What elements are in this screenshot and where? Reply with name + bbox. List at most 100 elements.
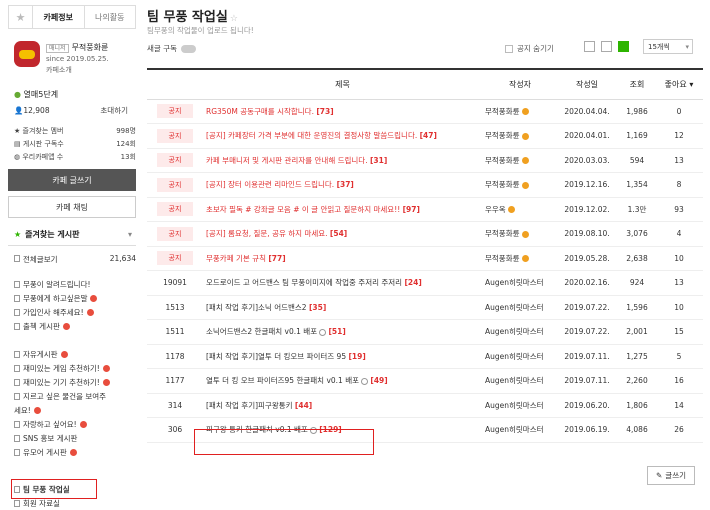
post-title-link[interactable]: [패치 작업 후기]열투 더 킹오브 파이터즈 95 [19] [206, 350, 366, 363]
table-row[interactable]: 공지 RG350M 공동구매를 시작합니다. [73] 무적풍화륜 2020.04.0… [147, 99, 703, 124]
board-icon [14, 308, 20, 316]
comment-count[interactable]: [19] [349, 352, 366, 361]
post-author[interactable]: Augen히릿마스터 [485, 270, 555, 296]
sidebar-board-item[interactable]: 세요! [14, 403, 136, 417]
post-author[interactable]: Augen히릿마스터 [485, 417, 555, 443]
sidebar-board-item[interactable]: 자유게시판 [14, 347, 136, 361]
post-likes: 26 [655, 417, 703, 443]
post-author[interactable]: 무적풍화륜 [485, 99, 555, 124]
text-view-icon[interactable] [618, 41, 629, 52]
table-row[interactable]: 1177 열투 더 킹 오브 파이터즈95 한글패치 v0.1 배포 [49] Au… [147, 368, 703, 394]
write-button[interactable]: ✎ 글쓰기 [647, 466, 695, 485]
post-author[interactable]: Augen히릿마스터 [485, 393, 555, 418]
post-title-link[interactable]: 무풍카페 기본 규칙 [77] [206, 252, 286, 265]
table-row[interactable]: 1178 [패치 작업 후기]열투 더 킹오브 파이터즈 95 [19] Augen… [147, 344, 703, 369]
table-row[interactable]: 공지 [공지] 장터 이용관련 리마인드 드립니다. [37] 무적풍화륜 2019.… [147, 172, 703, 198]
sidebar-board-item[interactable]: 출첵 게시판 [14, 319, 136, 333]
post-title-link[interactable]: 초보자 필독 # 강좌글 모음 # 이 글 안읽고 질문하지 마세요!! [97… [206, 203, 420, 216]
table-row[interactable]: 공지 [공지] 카페장터 가격 부분에 대한 운영진의 결정사항 말씀드립니다. … [147, 123, 703, 149]
post-author[interactable]: Augen히릿마스터 [485, 319, 555, 345]
sidebar-board-item[interactable]: 무풍에게 하고싶은말 [14, 291, 136, 305]
main-content: 팀 무풍 작업실 ☆ 팀무풍의 작업물이 업로드 됩니다! 새글 구독 공지 숨기… [147, 0, 703, 505]
board-icon [14, 294, 20, 302]
post-author[interactable]: 무적풍화륜 [485, 172, 555, 198]
tab-cafe-info[interactable]: 카페정보 [33, 6, 85, 28]
table-row[interactable]: 공지 무풍카페 기본 규칙 [77] 무적풍화륜 2019.05.28. 2,638 10 [147, 246, 703, 271]
post-author[interactable]: Augen히릿마스터 [485, 295, 555, 320]
board-icon [14, 392, 20, 400]
post-author[interactable]: 무적풍화륜 [485, 246, 555, 271]
favorite-boards-header[interactable]: ★ 즐겨찾는 게시판 ▾ [8, 224, 136, 246]
star-outline-icon[interactable]: ☆ [230, 14, 238, 24]
comment-count[interactable]: [73] [316, 107, 333, 116]
cafe-level[interactable]: ● 열매5단계 [14, 89, 58, 100]
post-title-link[interactable]: [공지] 카페장터 가격 부분에 대한 운영진의 결정사항 말씀드립니다. [4… [206, 129, 437, 142]
post-author[interactable]: Augen히릿마스터 [485, 368, 555, 394]
grid-view-icon[interactable] [601, 41, 612, 52]
sidebar-board-item[interactable]: SNS 홍보 게시판 [14, 431, 136, 445]
hide-notice-checkbox[interactable]: 공지 숨기기 [505, 43, 554, 54]
post-title-link[interactable]: [패치 작업 후기]소닉 어드밴스2 [35] [206, 301, 326, 314]
sidebar-board-item[interactable]: 자랑하고 싶어요! [14, 417, 136, 431]
list-view-icon[interactable] [584, 41, 595, 52]
sidebar-board-item[interactable]: 가입인사 해주세요! [14, 305, 136, 319]
post-title-link[interactable]: [공지] 장터 이용관련 리마인드 드립니다. [37] [206, 178, 354, 191]
table-row[interactable]: 19091 오드로이드 고 어드밴스 팀 무풍이미지에 작업중 주저리 주저리 [… [147, 270, 703, 296]
table-row[interactable]: 공지 카페 부매니저 및 게시판 관리자를 안내해 드립니다. [31] 무적풍화륜… [147, 148, 703, 173]
table-header: 제목 작성자 작성일 조회 좋아요 ▾ [147, 69, 703, 100]
chevron-down-icon: ▾ [127, 230, 132, 239]
table-row[interactable]: 314 [패치 작업 후기]피구왕통키 [44] Augen히릿마스터 2019.06… [147, 393, 703, 418]
table-row[interactable]: 1511 소닉어드밴스2 한글패치 v0.1 배포 [51] Augen히릿마스터 2… [147, 319, 703, 345]
sidebar-board-item[interactable]: 유모어 게시판 [14, 445, 136, 459]
post-title-link[interactable]: RG350M 공동구매를 시작합니다. [73] [206, 105, 334, 118]
post-title-link[interactable]: 오드로이드 고 어드밴스 팀 무풍이미지에 작업중 주저리 주저리 [24] [206, 276, 422, 289]
star-icon[interactable]: ★ [9, 6, 33, 28]
new-badge-icon [102, 378, 110, 386]
per-page-select[interactable]: 15개씩 ▾ [643, 39, 693, 54]
table-row[interactable]: 공지 초보자 필독 # 강좌글 모음 # 이 글 안읽고 질문하지 마세요!! [… [147, 197, 703, 222]
post-table: 제목 작성자 작성일 조회 좋아요 ▾ 공지 RG350M 공동구매를 시작합니다… [147, 68, 703, 443]
sidebar-board-item[interactable]: 무풍이 알려드립니다! [14, 277, 136, 291]
post-number: 1177 [147, 368, 203, 394]
post-date: 2019.07.11. [555, 344, 619, 369]
sidebar-board-item[interactable]: 재미있는 게임 추천하기! [14, 361, 136, 375]
comment-count[interactable]: [77] [268, 254, 285, 263]
comment-count[interactable]: [54] [330, 229, 347, 238]
tab-my-activity[interactable]: 나의활동 [85, 6, 136, 28]
cafe-gamepad-icon[interactable] [14, 41, 40, 67]
comment-count[interactable]: [51] [328, 327, 345, 336]
post-author[interactable]: Augen히릿마스터 [485, 344, 555, 369]
cafe-intro-link[interactable]: 카페소개 [46, 65, 72, 75]
subscribe-toggle[interactable]: 새글 구독 [147, 43, 196, 54]
comment-count[interactable]: [24] [404, 278, 421, 287]
invite-link[interactable]: 초대하기 [100, 105, 128, 116]
post-title-link[interactable]: 카페 부매니저 및 게시판 관리자를 안내해 드립니다. [31] [206, 154, 387, 167]
comment-count[interactable]: [97] [403, 205, 420, 214]
post-author[interactable]: 무적풍화륜 [485, 148, 555, 173]
comment-count[interactable]: [35] [309, 303, 326, 312]
post-author[interactable]: 우우옥 [485, 197, 555, 222]
cafe-write-button[interactable]: 카페 글쓰기 [8, 169, 136, 191]
all-posts-link[interactable]: 전체글보기 21,634 [14, 254, 136, 265]
comment-count[interactable]: [31] [370, 156, 387, 165]
col-likes[interactable]: 좋아요 ▾ [655, 69, 703, 100]
comment-count[interactable]: [37] [337, 180, 354, 189]
cafe-chat-button[interactable]: 카페 채팅 [8, 196, 136, 218]
post-title-link[interactable]: [공지] 롬요청, 질문, 공유 하지 마세요. [54] [206, 227, 347, 240]
table-row[interactable]: 공지 [공지] 롬요청, 질문, 공유 하지 마세요. [54] 무적풍화륜 2019… [147, 221, 703, 247]
sidebar-board-item[interactable]: 재미있는 기기 추천하기! [14, 375, 136, 389]
sidebar-board-item[interactable]: 지르고 싶은 물건을 보여주 [14, 389, 136, 403]
post-author[interactable]: 무적풍화륜 [485, 123, 555, 149]
comment-count[interactable]: [47] [420, 131, 437, 140]
post-title-link[interactable]: [패치 작업 후기]피구왕통키 [44] [206, 399, 312, 412]
comment-count[interactable]: [49] [370, 376, 387, 385]
new-badge-icon [86, 308, 94, 316]
post-views: 594 [619, 148, 655, 173]
member-count[interactable]: 👤12,908 [14, 106, 50, 115]
post-title-link[interactable]: 열투 더 킹 오브 파이터즈95 한글패치 v0.1 배포 [49] [206, 374, 388, 387]
post-title-link[interactable]: 소닉어드밴스2 한글패치 v0.1 배포 [51] [206, 325, 346, 338]
table-row[interactable]: 1513 [패치 작업 후기]소닉 어드밴스2 [35] Augen히릿마스터 201… [147, 295, 703, 320]
comment-count[interactable]: [44] [295, 401, 312, 410]
manager-name[interactable]: 무적풍화륜 [72, 43, 109, 52]
post-author[interactable]: 무적풍화륜 [485, 221, 555, 247]
